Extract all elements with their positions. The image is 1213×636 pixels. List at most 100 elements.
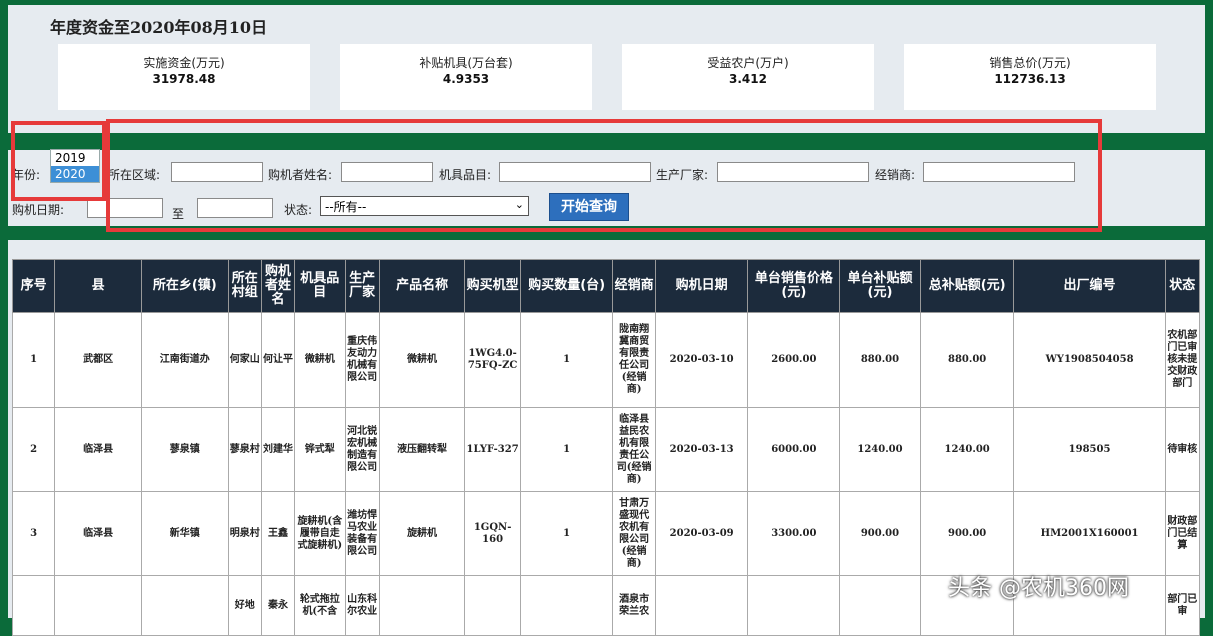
table-cell: 刘建华 — [260, 407, 296, 492]
table-cell — [378, 575, 466, 636]
table-cell: 微耕机 — [294, 312, 346, 408]
table-cell: 2 — [11, 407, 56, 492]
table-cell: 重庆伟友动力机械有限公司 — [344, 312, 380, 408]
table-cell: 2020-03-10 — [654, 312, 749, 408]
table-cell: 临泽县 — [54, 491, 142, 576]
table-cell: 2020-03-09 — [654, 491, 749, 576]
table-cell: 1 — [519, 407, 614, 492]
table-cell: 1 — [11, 312, 56, 408]
table-cell: HM2001X160001 — [1013, 491, 1166, 576]
table-cell: 山东科尔农业 — [344, 575, 380, 636]
table-cell: 好地 — [227, 575, 262, 636]
table-cell — [747, 575, 841, 636]
table-cell: 甘肃万盛现代农机有限公司(经销商) — [612, 491, 656, 576]
stat-label: 补贴机具(万台套) — [419, 56, 513, 70]
table-cell: 液压翻转犁 — [378, 407, 466, 492]
stat-value: 3.412 — [729, 72, 767, 86]
highlight-box-search — [106, 119, 1102, 232]
stat-value: 112736.13 — [994, 72, 1066, 86]
table-row[interactable]: 2 临泽县 蓼泉镇 蓼泉村 刘建华 铧式犁 河北锐宏机械制造有限公司 液压翻转犁 1LYF-32… — [11, 407, 1201, 492]
page-title: 年度资金至2020年08月10日 — [50, 18, 268, 37]
stat-card-sales: 销售总价(万元) 112736.13 — [904, 44, 1156, 110]
table-cell: 陇南翔冀商贸有限责任公司(经销商) — [612, 312, 656, 408]
table-cell: 潍坊悍马农业装备有限公司 — [344, 491, 380, 576]
table-cell: 1GQN-160 — [464, 491, 521, 576]
col-header: 所在乡(镇) — [140, 259, 229, 313]
stat-card-machines: 补贴机具(万台套) 4.9353 — [340, 44, 592, 110]
table-cell: 蓼泉村 — [227, 407, 262, 492]
table-cell: 财政部门已结算 — [1164, 491, 1201, 576]
col-header: 单台销售价格(元) — [747, 259, 841, 313]
table-cell: 2600.00 — [747, 312, 841, 408]
table-cell: 1WG4.0-75FQ-ZC — [464, 312, 521, 408]
stat-card-farmers: 受益农户(万户) 3.412 — [622, 44, 874, 110]
col-header: 购机者姓名 — [260, 259, 296, 313]
table-cell: 1240.00 — [839, 407, 921, 492]
col-header: 状态 — [1164, 259, 1201, 313]
col-header: 产品名称 — [378, 259, 466, 313]
table-cell: 何让平 — [260, 312, 296, 408]
col-header: 总补贴额(元) — [919, 259, 1015, 313]
table-cell: 农机部门已审核未提交财政部门 — [1164, 312, 1201, 408]
table-cell: 新华镇 — [140, 491, 229, 576]
table-cell: 部门已审 — [1164, 575, 1201, 636]
table-cell: 3 — [11, 491, 56, 576]
table-cell: 3300.00 — [747, 491, 841, 576]
table-cell — [654, 575, 749, 636]
col-header: 单台补贴额(元) — [839, 259, 921, 313]
col-header: 序号 — [11, 259, 56, 313]
table-cell: 临泽县益民农机有限责任公司(经销商) — [612, 407, 656, 492]
table-cell: 880.00 — [919, 312, 1015, 408]
highlight-box-year — [11, 121, 106, 201]
table-cell: 临泽县 — [54, 407, 142, 492]
col-header: 生产厂家 — [344, 259, 380, 313]
table-cell: 河北锐宏机械制造有限公司 — [344, 407, 380, 492]
table-cell — [140, 575, 229, 636]
table-cell: 1240.00 — [919, 407, 1015, 492]
stat-label: 受益农户(万户) — [707, 56, 789, 70]
col-header: 购机日期 — [654, 259, 749, 313]
table-cell — [464, 575, 521, 636]
table-row[interactable]: 1 武都区 江南街道办 何家山 何让平 微耕机 重庆伟友动力机械有限公司 微耕机 1WG4.0-… — [11, 312, 1201, 408]
table-cell: 王鑫 — [260, 491, 296, 576]
table-row[interactable]: 3 临泽县 新华镇 明泉村 王鑫 旋耕机(含履带自走式旋耕机) 潍坊悍马农业装备有限公司 旋耕… — [11, 491, 1201, 576]
stat-value: 31978.48 — [152, 72, 216, 86]
stat-label: 销售总价(万元) — [989, 56, 1071, 70]
table-cell: 2020-03-13 — [654, 407, 749, 492]
table-cell: 酒泉市荣兰农 — [612, 575, 656, 636]
table-cell: 秦永 — [260, 575, 296, 636]
table-header-row: 序号 县 所在乡(镇) 所在村组 购机者姓名 机具品目 生产厂家 产品名称 购买… — [11, 259, 1201, 313]
table-cell — [54, 575, 142, 636]
col-header: 县 — [54, 259, 142, 313]
table-cell: 何家山 — [227, 312, 262, 408]
table-cell: 900.00 — [919, 491, 1015, 576]
col-header: 机具品目 — [294, 259, 346, 313]
table-cell: 江南街道办 — [140, 312, 229, 408]
table-cell: 轮式拖拉机(不含 — [294, 575, 346, 636]
table-cell: 900.00 — [839, 491, 921, 576]
table-cell: 铧式犁 — [294, 407, 346, 492]
table-cell: 1LYF-327 — [464, 407, 521, 492]
table-cell: 明泉村 — [227, 491, 262, 576]
table-cell: 1 — [519, 491, 614, 576]
table-cell: 旋耕机(含履带自走式旋耕机) — [294, 491, 346, 576]
col-header: 经销商 — [612, 259, 656, 313]
table-cell: 880.00 — [839, 312, 921, 408]
table-cell: 6000.00 — [747, 407, 841, 492]
table-cell — [839, 575, 921, 636]
watermark: 头条 @农机360网 — [948, 576, 1129, 601]
stat-label: 实施资金(万元) — [143, 56, 225, 70]
table-cell: 198505 — [1013, 407, 1166, 492]
date-label: 购机日期: — [12, 203, 65, 217]
table-cell: 蓼泉镇 — [140, 407, 229, 492]
col-header: 购买数量(台) — [519, 259, 614, 313]
table-cell: 武都区 — [54, 312, 142, 408]
col-header: 购买机型 — [464, 259, 521, 313]
table-cell — [11, 575, 56, 636]
col-header: 所在村组 — [227, 259, 262, 313]
table-cell: 待审核 — [1164, 407, 1201, 492]
table-cell — [519, 575, 614, 636]
col-header: 出厂编号 — [1013, 259, 1166, 313]
table-cell: 旋耕机 — [378, 491, 466, 576]
stat-card-funds: 实施资金(万元) 31978.48 — [58, 44, 310, 110]
